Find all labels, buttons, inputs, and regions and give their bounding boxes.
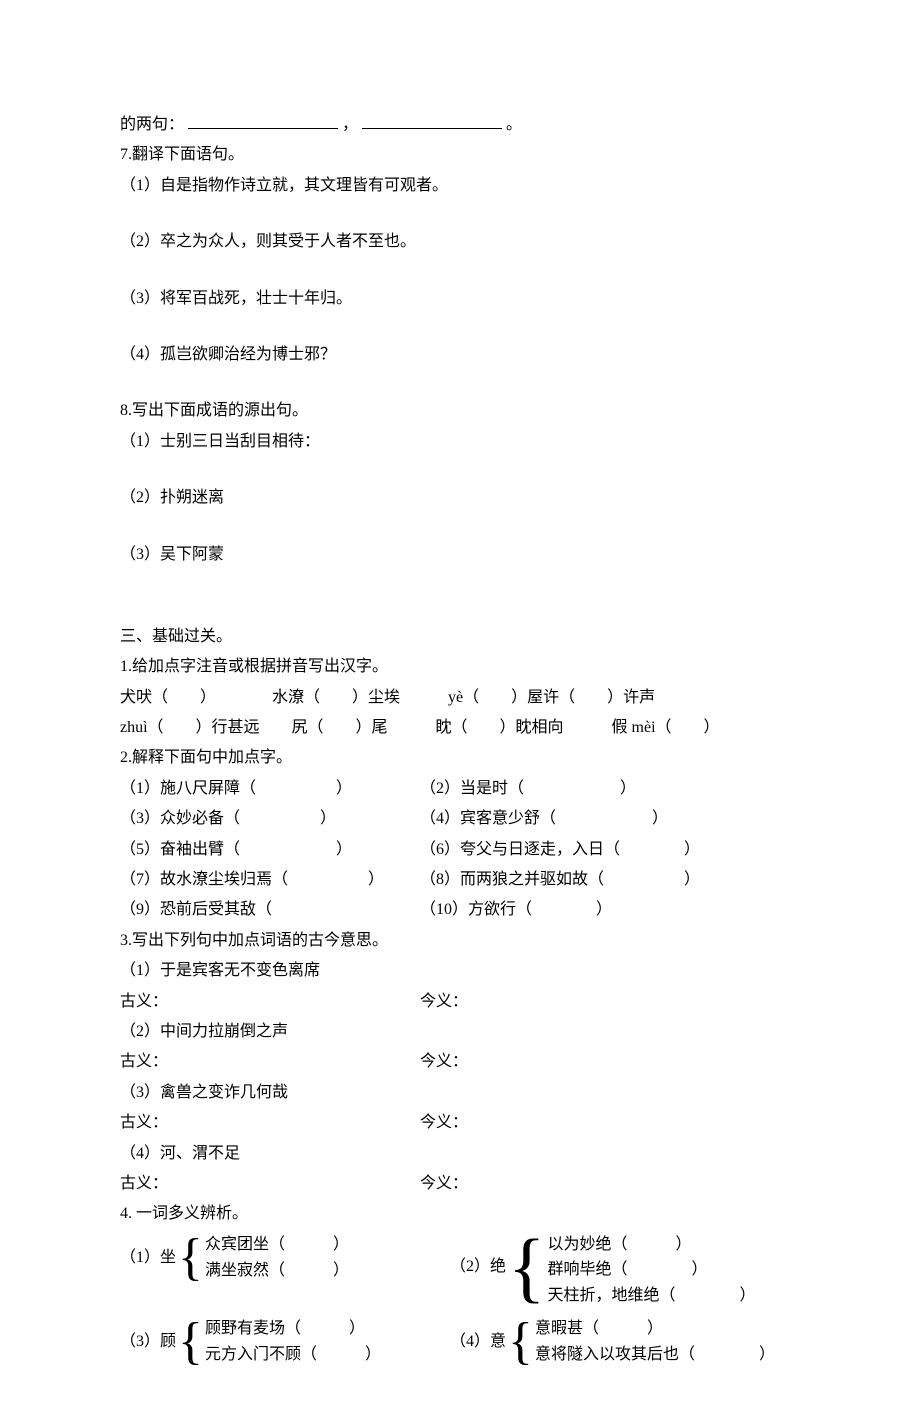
q4-2-label: （2）绝 <box>450 1252 506 1282</box>
q2-row-3: （5）奋袖出臂（ ） （6）夸父与日逐走，入日（ ） <box>120 835 800 865</box>
q7-title: 7.翻译下面语句。 <box>120 140 800 170</box>
q4-4-b: 意将隧入以攻其后也（ ） <box>535 1342 775 1368</box>
q8-title: 8.写出下面成语的源出句。 <box>120 396 800 426</box>
q2-6: （6）夸父与日逐走，入日（ ） <box>420 835 800 865</box>
q4-1: （1）坐 { 众宾团坐（ ） 满坐寂然（ ） <box>120 1232 450 1284</box>
q2-title: 2.解释下面句中加点字。 <box>120 743 800 773</box>
brace-icon: { <box>178 1316 203 1368</box>
q3-3-gu: 古义： <box>120 1108 420 1138</box>
brace-icon: { <box>508 1232 545 1302</box>
q2-5: （5）奋袖出臂（ ） <box>120 835 420 865</box>
q3-3-ans: 古义： 今义： <box>120 1108 800 1138</box>
q4-title: 4. 一词多义辨析。 <box>120 1199 800 1229</box>
q4-4: （4）意 { 意暇甚（ ） 意将隧入以攻其后也（ ） <box>450 1316 800 1368</box>
q4-1-label: （1）坐 <box>120 1243 176 1273</box>
q4-4-a: 意暇甚（ ） <box>535 1316 775 1342</box>
fill-blank-line: 的两句： ， 。 <box>120 110 800 140</box>
q2-row-5: （9）恐前后受其敌（ （10）方欲行（ ） <box>120 895 800 925</box>
blank-2[interactable] <box>362 110 502 129</box>
q2-row-4: （7）故水潦尘埃归焉（ ） （8）而两狼之并驱如故（ ） <box>120 865 800 895</box>
comma: ， <box>342 116 358 133</box>
q4-2-b: 群响毕绝（ ） <box>547 1257 755 1283</box>
q2-10: （10）方欲行（ ） <box>420 895 800 925</box>
document-page: 的两句： ， 。 7.翻译下面语句。 （1）自是指物作诗立就，其文理皆有可观者。… <box>0 0 920 1428</box>
q2-row-2: （3）众妙必备（ ） （4）宾客意少舒（ ） <box>120 804 800 834</box>
q1-title: 1.给加点字注音或根据拼音写出汉字。 <box>120 652 800 682</box>
q2-2: （2）当是时（ ） <box>420 774 800 804</box>
q3-1-gu: 古义： <box>120 987 420 1017</box>
q4-row-2: （3）顾 { 顾野有麦场（ ） 元方入门不顾（ ） （4）意 { 意暇甚（ ） … <box>120 1314 800 1368</box>
q4-3: （3）顾 { 顾野有麦场（ ） 元方入门不顾（ ） <box>120 1316 450 1368</box>
q7-item-3: （3）将军百战死，壮士十年归。 <box>120 284 800 314</box>
q1-line-2: zhuì（ ）行甚远 尻（ ）尾 眈（ ）眈相向 假 mèi（ ） <box>120 713 800 743</box>
q4-2-a: 以为妙绝（ ） <box>547 1232 755 1258</box>
blank-1[interactable] <box>188 110 338 129</box>
q3-2-jin: 今义： <box>420 1047 800 1077</box>
q4-1-b: 满坐寂然（ ） <box>205 1258 349 1284</box>
q2-8: （8）而两狼之并驱如故（ ） <box>420 865 800 895</box>
q3-item-3: （3）禽兽之变诈几何哉 <box>120 1078 800 1108</box>
q8-item-2: （2）扑朔迷离 <box>120 483 800 513</box>
q3-item-4: （4）河、渭不足 <box>120 1139 800 1169</box>
q3-2-ans: 古义： 今义： <box>120 1047 800 1077</box>
q4-1-a: 众宾团坐（ ） <box>205 1232 349 1258</box>
q4-2: （2）绝 { 以为妙绝（ ） 群响毕绝（ ） 天柱折，地维绝（ ） <box>450 1232 800 1302</box>
q8-item-3: （3）吴下阿蒙 <box>120 540 800 570</box>
period: 。 <box>506 116 522 133</box>
q3-1-ans: 古义： 今义： <box>120 987 800 1017</box>
q3-2-gu: 古义： <box>120 1047 420 1077</box>
q4-row-1: （1）坐 { 众宾团坐（ ） 满坐寂然（ ） （2）绝 { 以为妙绝（ ） 群响… <box>120 1230 800 1302</box>
q4-3-b: 元方入门不顾（ ） <box>205 1342 381 1368</box>
q3-item-2: （2）中间力拉崩倒之声 <box>120 1017 800 1047</box>
q2-1: （1）施八尺屏障（ ） <box>120 774 420 804</box>
section-3-title: 三、基础过关。 <box>120 622 800 652</box>
brace-icon: { <box>178 1232 203 1284</box>
q7-item-1: （1）自是指物作诗立就，其文理皆有可观者。 <box>120 171 800 201</box>
q4-4-label: （4）意 <box>450 1327 506 1357</box>
q7-item-2: （2）卒之为众人，则其受于人者不至也。 <box>120 227 800 257</box>
q2-row-1: （1）施八尺屏障（ ） （2）当是时（ ） <box>120 774 800 804</box>
q8-item-1: （1）士别三日当刮目相待： <box>120 427 800 457</box>
q2-7: （7）故水潦尘埃归焉（ ） <box>120 865 420 895</box>
q1-line-1: 犬吠（ ） 水潦（ ）尘埃 yè（ ）屋许（ ）许声 <box>120 683 800 713</box>
q4-3-label: （3）顾 <box>120 1327 176 1357</box>
q3-item-1: （1）于是宾客无不变色离席 <box>120 956 800 986</box>
q4-3-a: 顾野有麦场（ ） <box>205 1316 381 1342</box>
q4-2-c: 天柱折，地维绝（ ） <box>547 1283 755 1309</box>
brace-icon: { <box>508 1316 533 1368</box>
text-prefix: 的两句： <box>120 116 184 133</box>
q7-item-4: （4）孤岂欲卿治经为博士邪？ <box>120 340 800 370</box>
q3-title: 3.写出下列句中加点词语的古今意思。 <box>120 926 800 956</box>
q2-4: （4）宾客意少舒（ ） <box>420 804 800 834</box>
q2-3: （3）众妙必备（ ） <box>120 804 420 834</box>
q2-9: （9）恐前后受其敌（ <box>120 895 420 925</box>
q3-4-gu: 古义： <box>120 1169 420 1199</box>
q3-4-jin: 今义： <box>420 1169 800 1199</box>
q3-1-jin: 今义： <box>420 987 800 1017</box>
q3-4-ans: 古义： 今义： <box>120 1169 800 1199</box>
q3-3-jin: 今义： <box>420 1108 800 1138</box>
